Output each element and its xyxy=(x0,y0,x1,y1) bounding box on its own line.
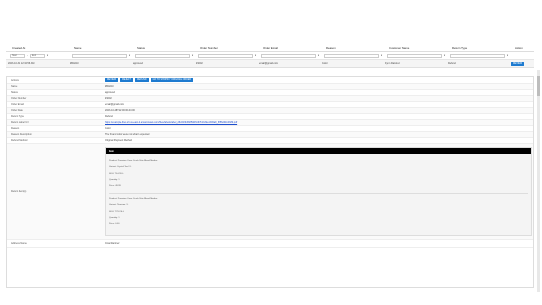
filter-reason: ▾ xyxy=(320,53,383,58)
cell-created-at: 2023-10-31 12:34:56 AM xyxy=(8,62,35,65)
cell-status: approved xyxy=(133,62,143,65)
detail-value: Original Payment Method xyxy=(105,139,132,142)
detail-value: Item Product: Premium Crew Crush Skin Bl… xyxy=(105,144,533,239)
detail-label: Return Label Url xyxy=(11,121,29,124)
item-product: Product: Premium Crew Crush Skin Blend M… xyxy=(109,160,158,163)
shopify-order-button[interactable]: GO TO SHOPIFY ORIGINAL ORDER xyxy=(150,78,194,82)
detail-row-address: Address Name Cina Ramirez xyxy=(7,240,533,248)
column-header-order-email[interactable]: Order Email xyxy=(257,46,320,50)
detail-value: #RA010 xyxy=(105,85,114,88)
return-items-table: Item Product: Premium Crew Crush Skin Bl… xyxy=(105,147,532,236)
detail-label: Order Email xyxy=(11,103,24,106)
name-filter-input[interactable] xyxy=(72,53,127,58)
item-variant: Variant: Crystal Teal / L xyxy=(109,166,132,169)
scrollbar-thumb[interactable] xyxy=(537,76,540,96)
detail-value: https://example-files.s3.us-east-2.amazo… xyxy=(105,121,533,124)
column-header-return-type[interactable]: Return Type xyxy=(446,46,509,50)
cell-reason: Color xyxy=(322,62,328,65)
detail-value: email@gmail.com xyxy=(105,103,125,106)
item-sku: SKU: TS-ICE-L xyxy=(109,172,124,175)
list-item: Product: Premium Crew Crush Skin Blend M… xyxy=(109,198,528,225)
filter-customer-name: ▾ xyxy=(383,53,446,58)
column-header-created-at[interactable]: Created At xyxy=(6,46,68,50)
item-price: Price: 49.99 xyxy=(109,184,121,187)
item-variant: Variant: Titanium / L xyxy=(109,204,129,207)
item-sku: SKU: TIT-ICE-L xyxy=(109,210,125,213)
grid-filter-row: Start - End ▾ ▾ ▾ ▾ ▾ ▾ ▾ ▾ xyxy=(6,52,534,60)
list-item: Product: Premium Crew Crush Skin Blend M… xyxy=(109,160,528,187)
reject-button[interactable]: REJECT xyxy=(120,78,133,82)
detail-actions: REVIEW REJECT REFUND GO TO SHOPIFY ORIGI… xyxy=(105,78,533,82)
detail-label: Return Type xyxy=(11,115,24,118)
items-table-body: Product: Premium Crew Crush Skin Blend M… xyxy=(106,154,531,235)
row-review-button[interactable]: REVIEW xyxy=(511,61,525,66)
cell-return-type: Refund xyxy=(448,62,456,65)
detail-value: Cina Ramirez xyxy=(105,241,120,245)
column-header-order-number[interactable]: Order Number xyxy=(194,46,257,50)
column-header-status[interactable]: Status xyxy=(131,46,194,50)
detail-row-return-items: Return Item(s) Item Product: Premium Cre… xyxy=(7,144,533,240)
column-header-name[interactable]: Name xyxy=(68,46,131,50)
detail-label: Actions xyxy=(11,78,19,82)
return-detail-panel: Actions REVIEW REJECT REFUND GO TO SHOPI… xyxy=(6,76,534,288)
date-to-input[interactable]: End xyxy=(30,53,45,58)
detail-value: approved xyxy=(105,91,115,94)
order-number-filter-input[interactable] xyxy=(198,53,253,58)
item-divider xyxy=(109,192,528,194)
refund-button[interactable]: REFUND xyxy=(135,78,149,82)
detail-label: Reason xyxy=(11,127,20,130)
detail-actions-row: Actions REVIEW REJECT REFUND GO TO SHOPI… xyxy=(7,77,533,84)
cell-action: REVIEW xyxy=(509,61,534,66)
detail-value: The fit and color were not what I expect… xyxy=(105,133,150,136)
reason-filter-input[interactable] xyxy=(324,53,379,58)
grid-header-row: Created At Name Status Order Number Orde… xyxy=(6,44,534,52)
detail-label: Status xyxy=(11,91,18,94)
detail-label: Order Number xyxy=(11,97,27,100)
filter-created-at: Start - End ▾ xyxy=(6,53,68,58)
dash-icon: - xyxy=(27,54,28,57)
return-label-link[interactable]: https://example-files.s3.us-east-2.amazo… xyxy=(105,121,237,124)
filter-icon[interactable]: ▾ xyxy=(46,54,49,57)
filter-order-email: ▾ xyxy=(257,53,320,58)
customer-name-filter-input[interactable] xyxy=(387,53,442,58)
detail-label: Name xyxy=(11,85,18,88)
detail-label: Address Name xyxy=(11,241,27,245)
review-button[interactable]: REVIEW xyxy=(105,78,119,82)
column-header-reason[interactable]: Reason xyxy=(320,46,383,50)
return-type-filter-input[interactable] xyxy=(450,53,505,58)
detail-value: Refund xyxy=(105,115,113,118)
column-header-action: Action xyxy=(515,45,523,50)
item-price: Price: 0.00 xyxy=(109,222,120,225)
cell-customer-name: Fynn Ramirez xyxy=(385,62,400,65)
detail-label: Return Item(s) xyxy=(11,189,27,193)
filter-status: ▾ xyxy=(131,53,194,58)
detail-value: 2023-10-28T12:00:00-04:00 xyxy=(105,109,135,112)
filter-return-type: ▾ xyxy=(446,53,509,58)
detail-value: #1002 xyxy=(105,97,112,100)
detail-label: Refund Method xyxy=(11,139,28,142)
item-quantity: Quantity: 1 xyxy=(109,178,120,181)
status-filter-input[interactable] xyxy=(135,53,190,58)
filter-order-number: ▾ xyxy=(194,53,257,58)
cell-order-email: email@gmail.com xyxy=(259,62,279,65)
filter-icon[interactable]: ▾ xyxy=(506,54,509,57)
filter-name: ▾ xyxy=(68,53,131,58)
table-row[interactable]: 2023-10-31 12:34:56 AM #RA010 approved #… xyxy=(6,60,534,68)
detail-label: Reason Description xyxy=(11,133,32,136)
detail-value: Color xyxy=(105,127,111,130)
date-from-input[interactable]: Start xyxy=(10,53,25,58)
returns-grid: Created At Name Status Order Number Orde… xyxy=(6,44,534,68)
detail-label: Order Date xyxy=(11,109,23,112)
order-email-filter-input[interactable] xyxy=(261,53,316,58)
cell-order-number: #1002 xyxy=(196,62,203,65)
item-quantity: Quantity: 1 xyxy=(109,216,120,219)
cell-name: #RA010 xyxy=(70,62,79,65)
vertical-scrollbar[interactable] xyxy=(537,70,540,292)
item-product: Product: Premium Crew Crush Skin Blend M… xyxy=(109,198,158,201)
column-header-customer-name[interactable]: Customer Name xyxy=(383,46,446,50)
